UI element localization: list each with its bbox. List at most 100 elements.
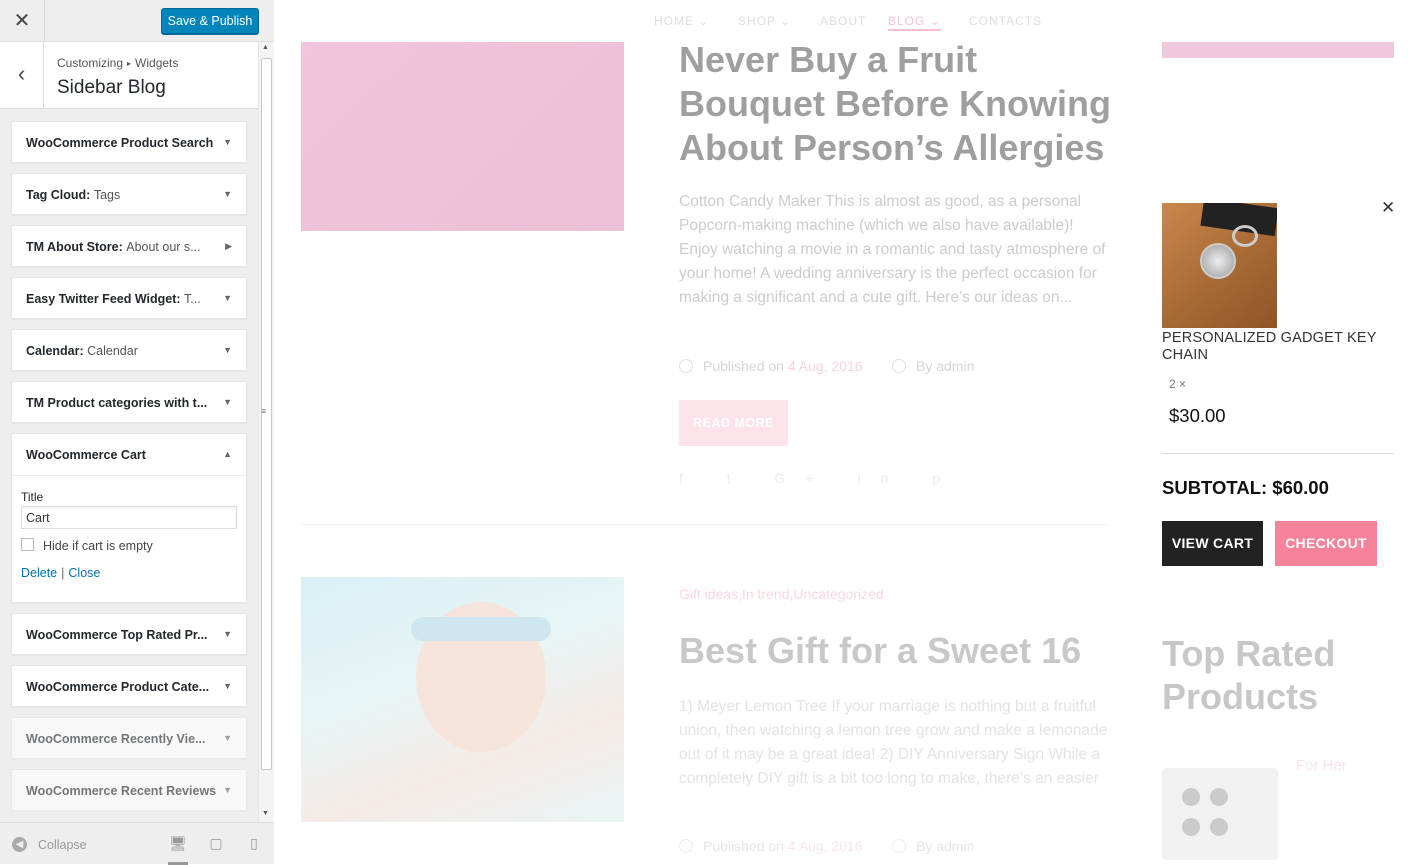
widget-title: WooCommerce Recent Reviews xyxy=(26,784,217,798)
breadcrumb-separator-icon: ▸ xyxy=(127,59,132,68)
widget-title: WooCommerce Product Search xyxy=(26,136,214,150)
post-date[interactable]: 4 Aug, 2016 xyxy=(788,358,863,374)
widget-recent-reviews[interactable]: WooCommerce Recent Reviews ▼ xyxy=(11,769,247,811)
site-nav: HOME ⌄ SHOP ⌄ ABOUT BLOG ⌄ CONTACTS xyxy=(274,0,1419,42)
link-separator: | xyxy=(61,566,65,580)
title-label: Title xyxy=(21,490,44,504)
post-excerpt: Cotton Candy Maker This is almost as goo… xyxy=(679,193,1106,306)
delete-link[interactable]: Delete xyxy=(21,566,57,580)
scroll-grip-icon[interactable]: ≡ xyxy=(261,406,266,416)
nav-contacts[interactable]: CONTACTS xyxy=(969,14,1042,28)
expand-arrow-icon[interactable]: ▼ xyxy=(223,345,232,355)
nav-blog[interactable]: BLOG ⌄ xyxy=(888,14,941,31)
widget-title: Easy Twitter Feed Widget: T... xyxy=(26,292,201,306)
expand-arrow-icon[interactable]: ▼ xyxy=(223,137,232,147)
hide-if-empty-row: Hide if cart is empty xyxy=(21,538,238,553)
nav-shop[interactable]: SHOP ⌄ xyxy=(738,14,791,28)
widget-product-categories[interactable]: WooCommerce Product Cate... ▼ xyxy=(11,665,247,707)
clock-icon xyxy=(679,359,693,373)
product-name[interactable]: PERSONALIZED GADGET KEY CHAIN xyxy=(1162,330,1392,364)
product-detail xyxy=(1182,788,1200,806)
customizer-topbar: ✕ Save & Publish xyxy=(0,0,274,42)
widget-actions: Delete | Close xyxy=(21,566,238,580)
widget-product-search[interactable]: WooCommerce Product Search ▼ xyxy=(11,121,247,163)
expand-arrow-icon[interactable]: ▶ xyxy=(225,241,232,252)
desktop-preview-icon[interactable]: 🖥 xyxy=(168,835,188,865)
site-preview: HOME ⌄ SHOP ⌄ ABOUT BLOG ⌄ CONTACTS Neve… xyxy=(274,0,1419,864)
product-thumbnail[interactable] xyxy=(1162,203,1277,328)
hide-if-empty-label[interactable]: Hide if cart is empty xyxy=(43,539,153,553)
product-detail xyxy=(1182,818,1200,836)
social-share-icons[interactable]: f t G+ in p xyxy=(679,470,960,486)
expand-arrow-icon[interactable]: ▼ xyxy=(223,189,232,199)
post-categories[interactable]: Gift ideas,In trend,Uncategorized xyxy=(679,586,884,602)
close-link[interactable]: Close xyxy=(68,566,100,580)
widget-top-rated[interactable]: WooCommerce Top Rated Pr... ▼ xyxy=(11,613,247,655)
save-publish-button[interactable]: Save & Publish xyxy=(161,8,259,34)
nav-home[interactable]: HOME ⌄ xyxy=(654,14,709,28)
breadcrumb: Customizing ▸ Widgets xyxy=(57,56,178,70)
nav-about[interactable]: ABOUT xyxy=(820,14,866,28)
post-image[interactable] xyxy=(301,577,624,822)
expand-arrow-icon[interactable]: ▼ xyxy=(223,785,232,795)
post-date-meta: Published on 4 Aug, 2016 xyxy=(679,358,863,374)
product-tag[interactable]: For Her xyxy=(1296,757,1347,774)
post-date[interactable]: 4 Aug, 2016 xyxy=(788,838,863,854)
product-quantity: 2 × xyxy=(1169,377,1187,391)
view-cart-button[interactable]: VIEW CART xyxy=(1162,521,1263,566)
scroll-up-icon[interactable]: ▲ xyxy=(262,44,269,51)
sidebar-image-strip xyxy=(1162,40,1394,58)
close-customizer-icon[interactable]: ✕ xyxy=(0,0,45,42)
product-detail xyxy=(1210,788,1228,806)
product-detail xyxy=(1210,818,1228,836)
widget-list: WooCommerce Product Search ▼ Tag Cloud: … xyxy=(11,121,247,821)
scroll-down-icon[interactable]: ▼ xyxy=(262,810,269,817)
post-divider xyxy=(301,524,1109,525)
expand-arrow-icon[interactable]: ▼ xyxy=(223,733,232,743)
collapse-button[interactable]: Collapse xyxy=(38,838,87,852)
widget-title: WooCommerce Top Rated Pr... xyxy=(26,628,208,642)
widget-tag-cloud[interactable]: Tag Cloud: Tags ▼ xyxy=(11,173,247,215)
remove-item-icon[interactable]: ✕ xyxy=(1381,198,1395,218)
user-icon xyxy=(892,839,906,853)
post-title[interactable]: Best Gift for a Sweet 16 xyxy=(679,630,1081,672)
expand-arrow-icon[interactable]: ▼ xyxy=(223,629,232,639)
widget-title: WooCommerce Cart xyxy=(26,448,146,462)
cart-subtotal: SUBTOTAL: $60.00 xyxy=(1162,477,1329,498)
sidebar-scrollbar[interactable]: ▲ ≡ ▼ xyxy=(258,42,274,822)
post-excerpt: 1) Meyer Lemon Tree If your marriage is … xyxy=(679,698,1108,787)
post-author-meta: By admin xyxy=(892,358,974,374)
widget-title: WooCommerce Recently Vie... xyxy=(26,732,206,746)
read-more-button[interactable]: READ MORE xyxy=(679,400,788,446)
title-input[interactable] xyxy=(21,506,237,529)
widget-form: Title Hide if cart is empty Delete |Close xyxy=(21,490,238,580)
widget-title: TM Product categories with t... xyxy=(26,396,208,410)
widget-recently-viewed[interactable]: WooCommerce Recently Vie... ▼ xyxy=(11,717,247,759)
widget-about-store[interactable]: TM About Store: About our s... ▶ xyxy=(11,225,247,267)
hide-if-empty-checkbox[interactable] xyxy=(21,538,34,551)
user-icon xyxy=(892,359,906,373)
widget-title: Tag Cloud: Tags xyxy=(26,188,121,202)
top-rated-product-thumbnail[interactable] xyxy=(1162,768,1278,860)
expand-arrow-icon[interactable]: ▼ xyxy=(223,397,232,407)
post-author-meta: By admin xyxy=(892,838,974,854)
widget-product-categories-tm[interactable]: TM Product categories with t... ▼ xyxy=(11,381,247,423)
expand-arrow-icon[interactable]: ▼ xyxy=(223,293,232,303)
collapse-icon[interactable]: ◀ xyxy=(12,837,27,852)
top-rated-heading: Top Rated Products xyxy=(1162,633,1336,717)
widget-title: Calendar: Calendar xyxy=(26,344,138,358)
mobile-preview-icon[interactable]: ▯ xyxy=(244,835,264,853)
customizer-sidebar: ✕ Save & Publish ‹ Customizing ▸ Widgets S… xyxy=(0,0,274,865)
tablet-preview-icon[interactable]: ▢ xyxy=(206,835,226,853)
widget-head[interactable]: WooCommerce Cart ▲ xyxy=(12,434,246,476)
expand-arrow-icon[interactable]: ▼ xyxy=(223,681,232,691)
section-header: ‹ Customizing ▸ Widgets Sidebar Blog xyxy=(0,42,258,109)
widget-twitter-feed[interactable]: Easy Twitter Feed Widget: T... ▼ xyxy=(11,277,247,319)
back-icon[interactable]: ‹ xyxy=(0,42,44,109)
collapse-arrow-icon[interactable]: ▲ xyxy=(223,449,232,459)
checkout-button[interactable]: CHECKOUT xyxy=(1275,521,1377,566)
post-date-meta: Published on 4 Aug, 2016 xyxy=(679,838,863,854)
post-title[interactable]: Never Buy a Fruit Bouquet Before Knowing… xyxy=(679,38,1119,170)
clock-icon xyxy=(679,839,693,853)
widget-calendar[interactable]: Calendar: Calendar ▼ xyxy=(11,329,247,371)
